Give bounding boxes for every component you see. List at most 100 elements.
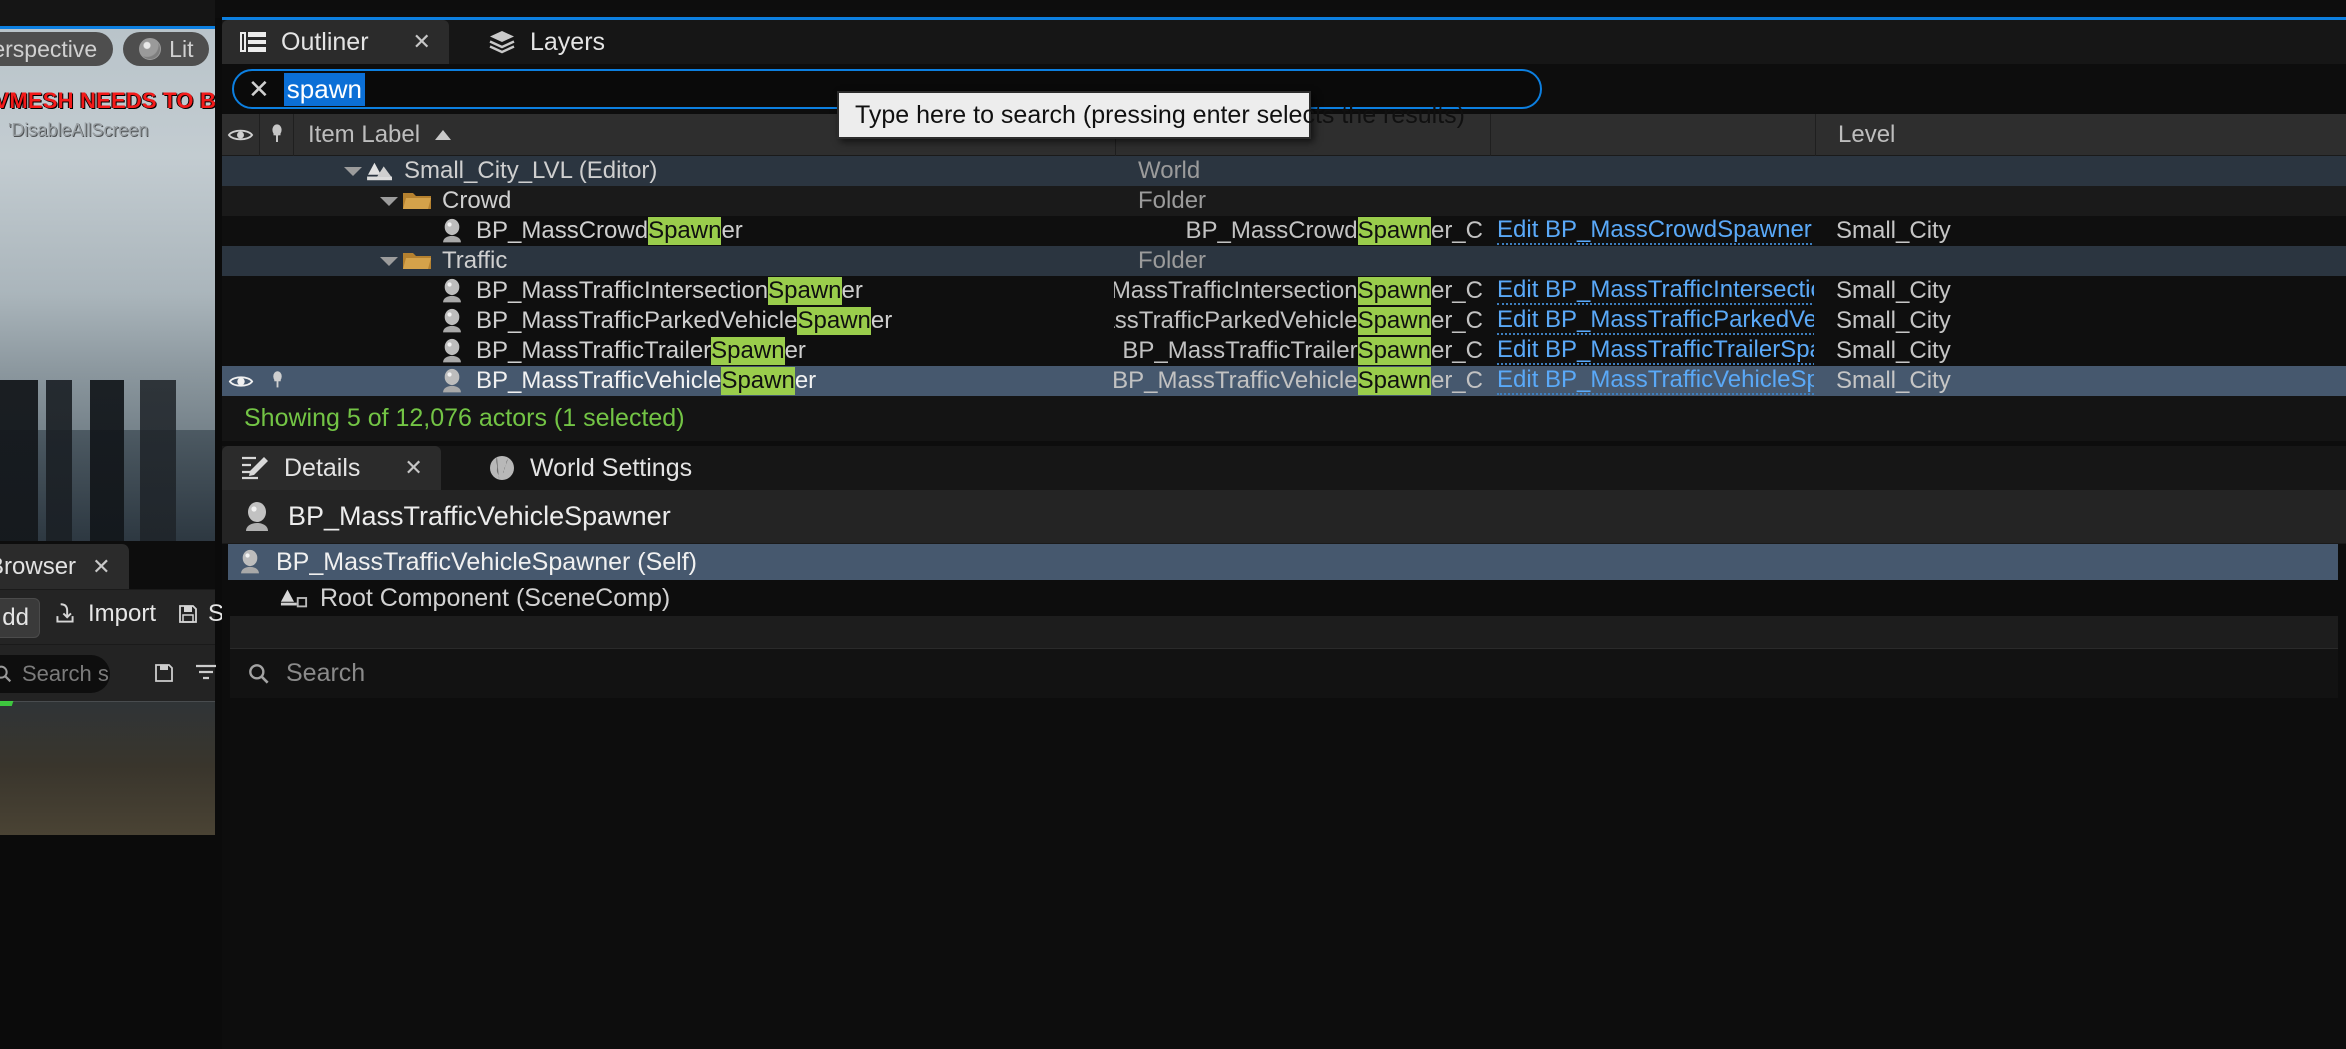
row-expander[interactable] [378,250,400,272]
column-header-edit[interactable] [1491,113,1816,156]
row-text-post: er [841,277,863,304]
lit-button[interactable]: Lit [123,32,210,66]
details-component-tree[interactable]: BP_MassTrafficVehicleSpawner (Self) Root … [228,544,2338,616]
row-expander[interactable] [414,310,436,332]
row-text-pre: BP_MassTrafficParkedVehicle [1114,307,1358,334]
component-tree-row[interactable]: BP_MassTrafficVehicleSpawner (Self) [228,544,2338,580]
row-item-label[interactable]: BP_MassTrafficIntersection Spawn er [294,277,1114,305]
row-edit-link-cell[interactable]: Edit BP_MassTrafficVehicleSpawne [1489,367,1814,395]
add-button[interactable]: dd [0,598,40,638]
row-edit-link[interactable]: Edit BP_MassTrafficVehicleSpawne [1497,367,1814,395]
row-pin-toggle[interactable] [260,370,294,392]
details-search-placeholder: Search [286,659,366,687]
content-browser-search-input[interactable]: Search s [0,655,110,693]
close-icon[interactable]: ✕ [404,455,422,481]
tab-details-label: Details [284,453,361,482]
tab-world-settings[interactable]: World Settings [470,446,710,490]
row-edit-link[interactable]: Edit BP_MassTrafficParkedVehicleS [1497,307,1814,335]
content-browser-searchrow: Search s [0,645,245,701]
details-panel[interactable]: Details ✕ World Settings BP_MassTrafficV… [222,441,2346,1049]
row-text-post: er [784,337,806,364]
row-item-label[interactable]: BP_MassTrafficVehicle Spawn er [294,367,1114,395]
row-text-post: er_C [1430,307,1483,334]
search-tooltip-text: Type here to search (pressing enter sele… [855,100,1466,129]
tab-outliner-label: Outliner [281,27,369,56]
row-edit-link-cell[interactable]: Edit BP_MassTrafficTrailerSpawner [1489,337,1814,365]
perspective-button[interactable]: Perspective [0,32,114,66]
row-item-label[interactable]: Small_City_LVL (Editor) [294,157,1114,185]
row-icon [438,368,466,394]
column-header-level-text: Level [1838,120,1896,148]
row-edit-link[interactable]: Edit BP_MassTrafficIntersectionSpa [1497,277,1814,305]
row-expander[interactable] [414,370,436,392]
chevron-down-icon[interactable] [343,164,363,178]
row-edit-link[interactable]: Edit BP_MassTrafficTrailerSpawner [1497,337,1814,365]
save-all-button[interactable]: S [176,600,224,628]
row-icon [438,218,466,244]
outliner-row[interactable]: BP_MassTrafficIntersectionSpawnerBP_Mass… [222,276,2346,306]
row-item-label[interactable]: BP_MassTrafficTrailer Spawn er [294,337,1114,365]
tab-content-browser-label: ent Browser [0,552,77,580]
chevron-down-icon[interactable] [379,194,399,208]
outliner-tree[interactable]: Small_City_LVL (Editor) World Crowd Folder B… [222,156,2346,396]
row-icon [438,308,466,334]
import-button[interactable]: Import [52,600,156,628]
level-viewport[interactable]: Perspective Lit AVMESH NEEDS TO BE R 'Di… [0,0,215,835]
row-text-post: er [794,367,817,394]
world-icon [490,456,514,480]
outliner-row[interactable]: BP_MassTrafficTrailer Spawn er BP_MassTraff… [222,336,2346,366]
content-browser-search-placeholder: Search s [22,661,109,686]
outliner-row[interactable]: BP_MassTrafficVehicle Spawn er BP_MassTraff… [222,366,2346,396]
row-expander[interactable] [342,160,364,182]
outliner-status-text: Showing 5 of 12,076 actors (1 selected) [244,404,685,432]
row-item-label[interactable]: BP_MassCrowd Spawn er [294,217,1114,245]
row-edit-link-cell[interactable]: Edit BP_MassTrafficParkedVehicleS [1489,307,1814,335]
outliner-row[interactable]: BP_MassTrafficParkedVehicleSpawnerBP_Mas… [222,306,2346,336]
row-edit-link-cell[interactable]: Edit BP_MassCrowdSpawner [1489,217,1814,245]
row-item-label[interactable]: Traffic [294,247,1114,275]
tab-outliner[interactable]: Outliner ✕ [222,20,449,64]
clear-search-icon[interactable]: ✕ [248,76,270,102]
row-expander[interactable] [414,340,436,362]
row-visibility-toggle[interactable] [222,372,260,391]
search-match-highlight: Spawn [1357,367,1431,395]
details-selected-actor-row: BP_MassTrafficVehicleSpawner [222,490,2346,544]
row-edit-link-cell[interactable]: Edit BP_MassTrafficIntersectionSpa [1489,277,1814,305]
row-expander[interactable] [414,280,436,302]
lit-sphere-icon [139,38,162,60]
row-level-text: Small_City [1836,217,1951,244]
outliner-row[interactable]: Crowd Folder [222,186,2346,216]
close-icon[interactable]: ✕ [413,29,431,55]
component-icon [280,585,308,611]
column-header-pin[interactable] [260,113,294,156]
tab-details[interactable]: Details ✕ [222,446,441,490]
details-search-input[interactable]: Search [230,648,2338,698]
pin-icon[interactable] [270,370,285,392]
outliner-row[interactable]: Small_City_LVL (Editor) World [222,156,2346,186]
outliner-status-bar: Showing 5 of 12,076 actors (1 selected) [222,396,2346,441]
tab-content-browser[interactable]: ent Browser ✕ [0,544,129,589]
component-tree-row[interactable]: Root Component (SceneComp) [228,580,2338,616]
row-text-post: er_C [1430,217,1483,244]
outliner-row[interactable]: BP_MassCrowd Spawn er BP_MassCrowd Spawn er_C… [222,216,2346,246]
chevron-down-icon[interactable] [379,254,399,268]
row-expander[interactable] [378,190,400,212]
row-level-text: Small_City [1836,367,1951,394]
content-browser-toolbar: dd Import S [0,589,224,645]
level-icon [367,162,392,181]
column-header-level[interactable]: Level [1816,114,2346,156]
eye-icon[interactable] [228,372,254,391]
row-item-label[interactable]: Crowd [294,187,1114,215]
column-header-visibility[interactable] [222,113,260,156]
content-browser-panel[interactable]: ent Browser ✕ dd Import [0,541,245,701]
row-item-label[interactable]: BP_MassTrafficParkedVehicle Spawn er [294,307,1114,335]
close-icon[interactable]: ✕ [92,554,110,580]
outliner-row[interactable]: Traffic Folder [222,246,2346,276]
actor-icon [246,501,268,531]
outliner-panel[interactable]: Outliner ✕ Layers ✕ spawn Item Label Lev… [222,0,2346,441]
row-expander[interactable] [414,220,436,242]
details-tabrow: Details ✕ World Settings [222,446,2346,490]
filter-icon[interactable] [194,661,220,685]
row-edit-link[interactable]: Edit BP_MassCrowdSpawner [1497,217,1812,245]
tab-layers[interactable]: Layers [470,20,623,64]
